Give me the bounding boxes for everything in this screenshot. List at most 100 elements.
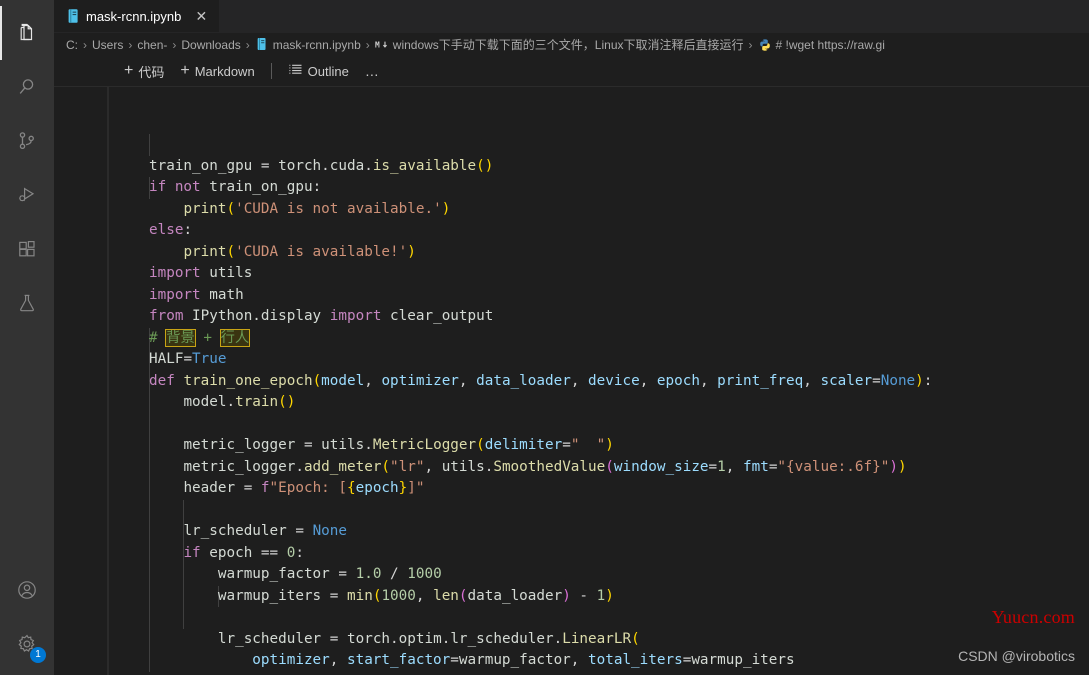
outline-button[interactable]: Outline xyxy=(280,60,357,82)
code-token: is_available xyxy=(372,157,477,174)
code-line: print('CUDA is available!') xyxy=(149,242,1089,264)
activity-bar-item-extensions[interactable] xyxy=(0,222,54,276)
activity-bar-item-source-control[interactable] xyxy=(0,114,54,168)
code-line: from IPython.display import clear_output xyxy=(149,306,1089,328)
code-token: ) xyxy=(441,200,451,217)
more-actions-button[interactable]: … xyxy=(357,61,388,81)
chevron-right-icon: › xyxy=(83,37,87,52)
code-token: metric_logger xyxy=(183,437,304,453)
code-token: train xyxy=(235,394,279,410)
cell-gutter[interactable] xyxy=(54,87,108,675)
breadcrumb-item-downloads[interactable]: Downloads xyxy=(181,38,240,52)
watermark-red: Yuucn.com xyxy=(991,607,1075,627)
code-token: : xyxy=(183,222,193,238)
code-token: # xyxy=(149,329,167,346)
code-token: import xyxy=(149,286,210,303)
code-token: warmup_iters xyxy=(217,587,330,604)
notebook-icon xyxy=(66,8,80,24)
code-token: if xyxy=(149,179,175,195)
code-token: == xyxy=(260,544,287,561)
code-token: , xyxy=(570,652,589,668)
editor-tab-mask-rcnn[interactable]: mask-rcnn.ipynb ✕ xyxy=(54,0,221,32)
code-token: = xyxy=(872,372,881,389)
notebook-code-cell[interactable]: train_on_gpu = torch.cuda.is_available()… xyxy=(108,87,1089,675)
add-markdown-cell-button[interactable]: + Markdown xyxy=(172,61,262,81)
activity-bar-item-testing[interactable] xyxy=(0,276,54,330)
code-token: = xyxy=(338,566,356,582)
code-token: ( xyxy=(605,458,614,475)
outline-label: Outline xyxy=(307,63,349,79)
code-token: , xyxy=(639,372,657,389)
code-line: lr_scheduler = torch.optim.lr_scheduler.… xyxy=(149,629,1089,651)
code-editor[interactable]: train_on_gpu = torch.cuda.is_available()… xyxy=(108,91,1089,675)
code-token: : xyxy=(312,179,322,195)
activity-bar-item-search[interactable] xyxy=(0,60,54,114)
code-token: = xyxy=(329,630,347,647)
code-token: f xyxy=(260,480,270,496)
activity-bar-item-explorer[interactable] xyxy=(0,6,54,60)
breadcrumb-item-users[interactable]: Users xyxy=(92,38,123,52)
code-token: len xyxy=(433,587,459,604)
code-token: warmup_iters xyxy=(691,652,795,668)
code-token: = xyxy=(183,351,193,367)
code-token: add_meter xyxy=(303,458,382,475)
code-token: } xyxy=(398,480,408,496)
plus-icon: + xyxy=(124,62,134,79)
code-line: model.train() xyxy=(149,392,1089,414)
code-token: if xyxy=(183,544,210,561)
code-token: train_on_gpu xyxy=(209,179,313,195)
add-code-cell-button[interactable]: + 代码 xyxy=(116,60,172,83)
breadcrumb-item-markdown-cell[interactable]: M windows下手动下载下面的三个文件，Linux下取消注释后直接运行 xyxy=(375,36,744,53)
code-line: import math xyxy=(149,285,1089,307)
code-token: print xyxy=(183,243,227,260)
code-token: train_on_gpu xyxy=(149,157,261,174)
code-token: utils xyxy=(321,437,365,453)
breadcrumb-label: C: xyxy=(66,37,78,52)
code-token: HALF xyxy=(149,351,184,367)
add-code-cell-label: 代码 xyxy=(138,64,165,80)
activity-bar-item-run-and-debug[interactable] xyxy=(0,168,54,222)
breadcrumb-item-drive[interactable]: C: xyxy=(66,38,78,52)
activity-bar-item-accounts[interactable] xyxy=(0,563,54,617)
code-line: # 背景 + 行人 xyxy=(149,328,1089,350)
activity-bar-item-manage[interactable]: 1 xyxy=(0,617,54,671)
manage-badge: 1 xyxy=(30,647,46,663)
close-icon[interactable]: ✕ xyxy=(193,8,209,24)
code-token: "{value:.6f}" xyxy=(777,458,890,475)
code-token: optimizer xyxy=(381,372,459,389)
code-token: , xyxy=(570,372,589,389)
breadcrumb-item-file[interactable]: mask-rcnn.ipynb xyxy=(255,37,361,53)
svg-text:M: M xyxy=(375,40,380,49)
code-token: metric_logger xyxy=(183,458,296,475)
code-token: ) xyxy=(897,458,907,475)
code-token: epoch xyxy=(355,480,399,496)
code-token: utils xyxy=(441,458,485,475)
code-token: fmt xyxy=(742,458,769,475)
beaker-icon xyxy=(15,291,39,315)
code-token: , xyxy=(458,372,477,389)
code-token: delimiter xyxy=(484,437,563,453)
code-line: def train_one_epoch(model, optimizer, da… xyxy=(149,371,1089,393)
code-token: print xyxy=(183,200,227,217)
code-token: / xyxy=(390,566,408,582)
code-token: , xyxy=(699,372,718,389)
code-token: 背景 xyxy=(165,328,196,347)
code-token: = xyxy=(303,437,322,453)
code-line: metric_logger.add_meter("lr", utils.Smoo… xyxy=(149,457,1089,479)
breadcrumb-item-user[interactable]: chen- xyxy=(137,38,167,52)
code-token: . xyxy=(390,630,399,647)
code-token: SmoothedValue xyxy=(493,458,606,475)
vscode-window: 1 mask-rcnn.ipynb ✕ C: › Users › chen- ›… xyxy=(0,0,1089,675)
code-token: header xyxy=(183,480,244,496)
code-token: = xyxy=(260,157,279,174)
files-icon xyxy=(15,21,39,45)
code-token: IPython.display xyxy=(192,308,330,324)
breadcrumb-item-code-cell[interactable]: # !wget https://raw.gi xyxy=(758,38,885,52)
